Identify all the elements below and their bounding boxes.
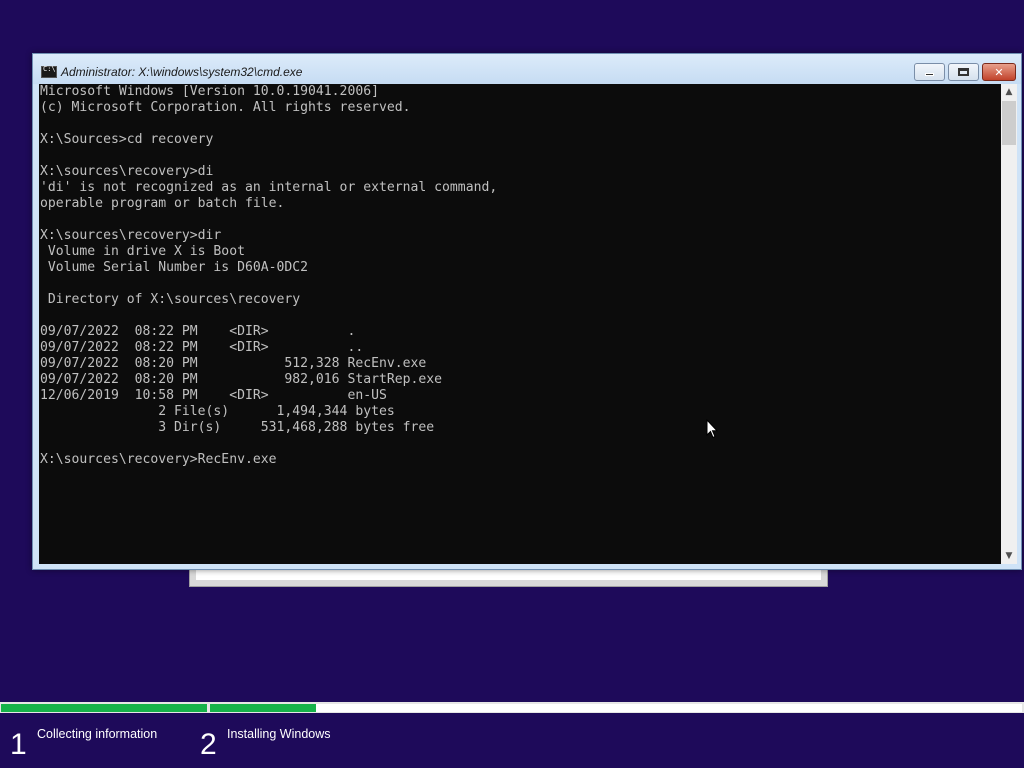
console-output[interactable]: Microsoft Windows [Version 10.0.19041.20…	[39, 84, 1001, 564]
step-number: 1	[10, 728, 27, 761]
step-label: Installing Windows	[227, 727, 331, 741]
maximize-icon	[958, 68, 969, 76]
console-line: 09/07/2022 08:22 PM <DIR> .	[40, 324, 356, 339]
cmd-window[interactable]: Administrator: X:\windows\system32\cmd.e…	[32, 53, 1022, 570]
vertical-scrollbar[interactable]: ▲ ▼	[1001, 84, 1017, 564]
console-line: X:\sources\recovery>RecEnv.exe	[40, 452, 277, 467]
console-line: 12/06/2019 10:58 PM <DIR> en-US	[40, 388, 387, 403]
cmd-icon	[41, 65, 57, 78]
console-line: 09/07/2022 08:20 PM 982,016 StartRep.exe	[40, 372, 443, 387]
console-line: X:\Sources>cd recovery	[40, 132, 214, 147]
step2-progress-bar	[210, 704, 316, 712]
scroll-down-arrow-icon[interactable]: ▼	[1001, 548, 1017, 564]
console-line: 'di' is not recognized as an internal or…	[40, 180, 498, 195]
step2-progress-track	[210, 704, 1022, 712]
step1-progress-bar	[1, 704, 207, 712]
minimize-icon	[925, 73, 934, 76]
console-line: 2 File(s) 1,494,344 bytes	[40, 404, 395, 419]
scroll-thumb[interactable]	[1002, 101, 1016, 145]
console-line: Directory of X:\sources\recovery	[40, 292, 301, 307]
step-label: Collecting information	[37, 727, 158, 741]
console-line: Volume in drive X is Boot	[40, 244, 245, 259]
title-bar[interactable]: Administrator: X:\windows\system32\cmd.e…	[33, 54, 1021, 84]
console-line: X:\sources\recovery>dir	[40, 228, 222, 243]
console-line: operable program or batch file.	[40, 196, 285, 211]
scroll-up-arrow-icon[interactable]: ▲	[1001, 84, 1017, 100]
console-text: Microsoft Windows [Version 10.0.19041.20…	[40, 84, 497, 468]
console-line: X:\sources\recovery>di	[40, 164, 214, 179]
console-line: (c) Microsoft Corporation. All rights re…	[40, 100, 411, 115]
mouse-pointer-icon	[706, 419, 718, 439]
console-line: Volume Serial Number is D60A-0DC2	[40, 260, 309, 275]
minimize-button[interactable]	[914, 63, 945, 81]
close-button[interactable]: ✕	[982, 63, 1016, 81]
close-icon: ✕	[994, 65, 1004, 79]
console-line: 3 Dir(s) 531,468,288 bytes free	[40, 420, 435, 435]
console-line: 09/07/2022 08:20 PM 512,328 RecEnv.exe	[40, 356, 427, 371]
step-number: 2	[200, 728, 217, 761]
maximize-button[interactable]	[948, 63, 979, 81]
console-line: Microsoft Windows [Version 10.0.19041.20…	[40, 84, 379, 99]
window-title: Administrator: X:\windows\system32\cmd.e…	[61, 65, 303, 79]
console-line: 09/07/2022 08:22 PM <DIR> ..	[40, 340, 364, 355]
